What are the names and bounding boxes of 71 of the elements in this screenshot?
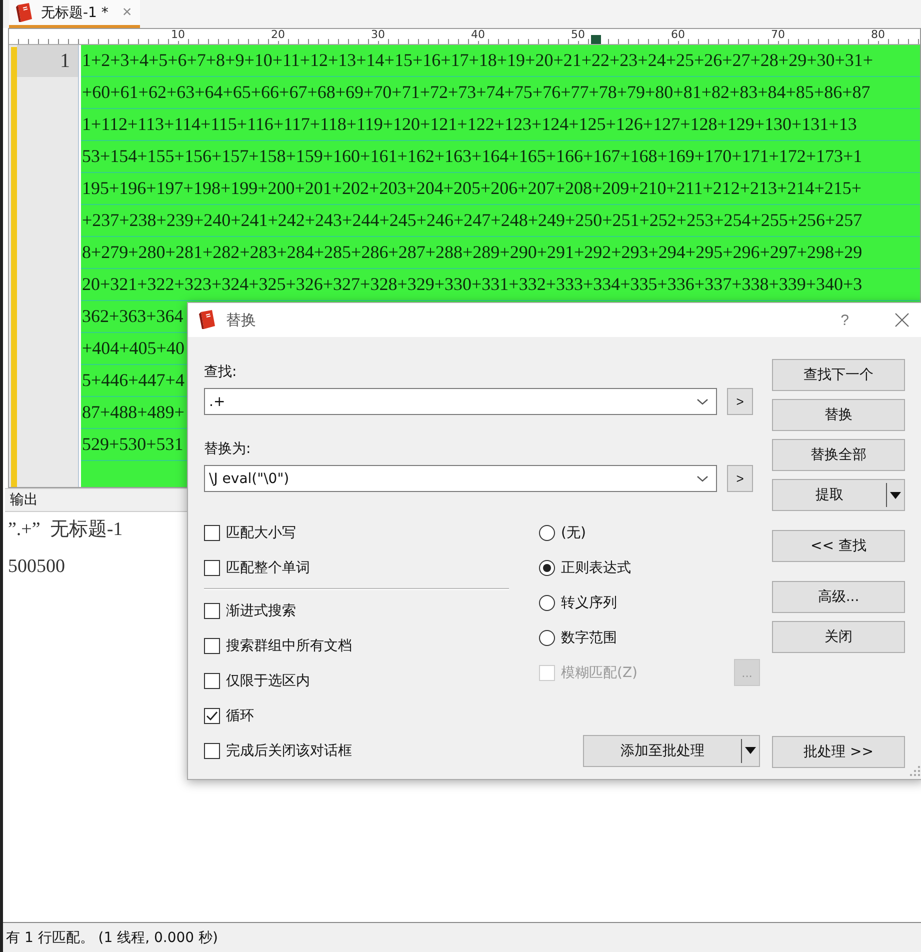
ruler-label: 40 <box>470 29 486 41</box>
ruler-label: 60 <box>670 29 686 41</box>
checkbox[interactable] <box>204 672 220 688</box>
ruler-label: 80 <box>870 29 886 41</box>
code-line: 195+196+197+198+199+200+201+202+203+204+205+206+207+208+209+210+211+212+213+214+215+ <box>81 173 920 205</box>
option-label: 转义序列 <box>561 594 617 612</box>
option-label: 数字范围 <box>561 628 617 646</box>
tab-title: 无标题-1 * <box>41 4 108 22</box>
dialog-button[interactable]: 替换 <box>772 399 905 431</box>
ruler-label: 50 <box>570 29 586 41</box>
dialog-button[interactable]: 替换全部 <box>772 439 905 471</box>
close-icon[interactable] <box>895 313 909 327</box>
code-line: 20+321+322+323+324+325+326+327+328+329+330+331+332+333+334+335+336+337+338+339+340+3 <box>81 269 920 301</box>
caret-icon <box>745 747 756 754</box>
chevron-down-icon <box>697 476 708 482</box>
combo-field[interactable]: \J eval("\0") <box>204 465 717 492</box>
option-label: (无) <box>561 524 586 542</box>
document-tab[interactable]: 无标题-1 * × <box>9 0 140 28</box>
caret-icon <box>890 492 901 498</box>
option-label: 渐进式搜索 <box>226 602 296 620</box>
code-line: 1+112+113+114+115+116+117+118+119+120+121+122+123+124+125+126+127+128+129+130+131+13 <box>81 109 920 141</box>
option-label: 搜索群组中所有文档 <box>226 636 352 654</box>
code-line: 53+154+155+156+157+158+159+160+161+162+163+164+165+166+167+168+169+170+171+172+173+1 <box>81 141 920 173</box>
dialog-button[interactable]: 查找下一个 <box>772 359 905 391</box>
option-label: 完成后关闭该对话框 <box>226 742 352 760</box>
split-button[interactable]: 提取 <box>772 479 905 511</box>
checkbox[interactable] <box>204 524 220 540</box>
checkbox[interactable] <box>204 742 220 758</box>
chevron-down-icon <box>697 398 708 404</box>
radio-button[interactable] <box>539 524 555 540</box>
option-label: 匹配大小写 <box>226 524 296 542</box>
checkbox[interactable] <box>204 560 220 576</box>
ruler-label: 20 <box>270 29 286 41</box>
output-line: 500500 <box>8 556 65 578</box>
option-label: 仅限于选区内 <box>226 672 310 690</box>
checkbox[interactable] <box>204 602 220 618</box>
ruler-label: 10 <box>170 29 186 41</box>
column-marker <box>591 35 601 44</box>
radio-button[interactable] <box>539 560 555 576</box>
ruler-label: 70 <box>770 29 786 41</box>
dialog-button[interactable]: 批处理 >> <box>772 736 905 768</box>
expand-button[interactable]: > <box>727 388 753 415</box>
book-icon <box>198 310 216 330</box>
field-label: 查找: <box>204 363 238 381</box>
option-label: 匹配整个单词 <box>226 558 310 576</box>
status-bar: 有 1 行匹配。 (1 线程, 0.000 秒) <box>3 922 921 952</box>
checkbox[interactable] <box>204 638 220 654</box>
book-icon <box>15 2 33 22</box>
ruler-label: 30 <box>370 29 386 41</box>
dialog-button[interactable]: 关闭 <box>772 621 905 653</box>
help-button[interactable]: ? <box>834 310 855 330</box>
dialog-title: 替换 <box>226 310 256 330</box>
resize-grip-icon[interactable] <box>909 765 921 777</box>
code-line: 8+279+280+281+282+283+284+285+286+287+288+289+290+291+292+293+294+295+296+297+298+29 <box>81 237 920 269</box>
checkbox[interactable] <box>204 708 220 724</box>
option-label: 正则表达式 <box>561 558 631 576</box>
code-line: +60+61+62+63+64+65+66+67+68+69+70+71+72+73+74+75+76+77+78+79+80+81+82+83+84+85+86+87 <box>81 77 920 109</box>
output-line: ”.+” 无标题-1 <box>8 518 123 542</box>
combo-field[interactable]: .+ <box>204 388 717 415</box>
dialog-button[interactable]: 高级... <box>772 581 905 613</box>
radio-button[interactable] <box>539 594 555 610</box>
radio-button[interactable] <box>539 630 555 646</box>
dialog-button[interactable]: << 查找 <box>772 530 905 562</box>
code-line: +237+238+239+240+241+242+243+244+245+246+247+248+249+250+251+252+253+254+255+256+257 <box>81 205 920 237</box>
code-line: 1+2+3+4+5+6+7+8+9+10+11+12+13+14+15+16+17+18+19+20+21+22+23+24+25+26+27+28+29+30+31+ <box>81 45 920 77</box>
option-label: 模糊匹配(Z) <box>561 664 638 682</box>
option-label: 循环 <box>226 706 254 724</box>
expand-button[interactable]: > <box>727 465 753 492</box>
field-label: 替换为: <box>204 440 252 458</box>
line-number: 1 <box>17 45 78 77</box>
add-to-batch-button[interactable]: 添加至批处理 <box>583 734 760 766</box>
